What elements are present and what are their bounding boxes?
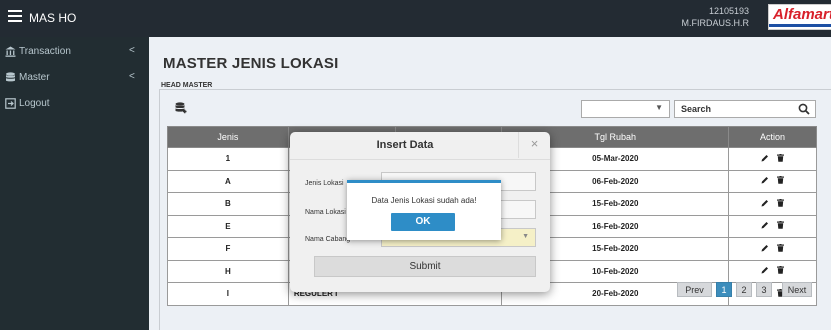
column-header-jenis: Jenis [167, 126, 289, 148]
delete-icon[interactable] [777, 198, 785, 207]
cell-action [728, 192, 817, 216]
sidebar-item-label: Logout [19, 98, 50, 109]
pagination-next[interactable]: Next [782, 282, 812, 297]
close-icon[interactable]: × [518, 132, 550, 158]
alert-dialog: Data Jenis Lokasi sudah ada! OK [347, 180, 501, 240]
field-label-jenis-lokasi: Jenis Lokasi [305, 180, 344, 187]
search-icon[interactable] [798, 103, 810, 115]
edit-icon[interactable] [761, 176, 769, 184]
add-database-icon[interactable] [175, 102, 187, 116]
cell-action [728, 259, 817, 283]
hamburger-menu-icon[interactable] [8, 10, 22, 22]
ok-button[interactable]: OK [391, 213, 455, 231]
pagination-prev[interactable]: Prev [677, 282, 712, 297]
delete-icon[interactable] [777, 153, 785, 162]
edit-icon[interactable] [761, 199, 769, 207]
edit-icon[interactable] [761, 221, 769, 229]
cell-action [728, 169, 817, 193]
pagination-page-3[interactable]: 3 [756, 282, 772, 297]
column-header-action: Action [728, 126, 817, 148]
delete-icon[interactable] [777, 176, 785, 185]
cell-action [728, 214, 817, 238]
sidebar-item-label: Transaction [19, 46, 71, 57]
sidebar: Transaction < Master < Logout [0, 37, 149, 330]
database-icon [6, 72, 15, 82]
cell-action [728, 237, 817, 261]
sidebar-item-master[interactable]: Master < [0, 69, 149, 91]
user-id: 12105193 [708, 6, 749, 16]
edit-icon[interactable] [761, 154, 769, 162]
user-name: M.FIRDAUS.H.R [681, 18, 750, 28]
field-label-nama-lokasi: Nama Lokasi [305, 209, 346, 216]
field-label-nama-cabang: Nama Cabang [305, 236, 351, 243]
edit-icon[interactable] [761, 266, 769, 274]
pagination-page-2[interactable]: 2 [736, 282, 752, 297]
cell-jenis: E [167, 214, 289, 238]
delete-icon[interactable] [777, 243, 785, 252]
sidebar-item-transaction[interactable]: Transaction < [0, 43, 149, 65]
top-navbar: MAS HO 12105193 M.FIRDAUS.H.R Alfamart [0, 0, 831, 37]
cell-action [728, 147, 817, 171]
alert-message: Data Jenis Lokasi sudah ada! [371, 196, 477, 205]
app-name[interactable]: MAS HO [29, 11, 76, 25]
pagination-page-1[interactable]: 1 [716, 282, 732, 297]
dropdown-caret-icon: ▼ [655, 103, 663, 112]
alfamart-logo: Alfamart [768, 4, 831, 30]
chevron-left-icon: < [129, 71, 135, 82]
cell-jenis: H [167, 259, 289, 283]
sidebar-item-logout[interactable]: Logout [0, 95, 149, 117]
page-title: MASTER JENIS LOKASI [163, 55, 339, 72]
modal-divider [290, 159, 550, 160]
cell-jenis: F [167, 237, 289, 261]
chevron-left-icon: < [129, 45, 135, 56]
dropdown-caret-icon: ▼ [522, 233, 529, 240]
search-field[interactable] [674, 100, 816, 118]
cell-jenis: B [167, 192, 289, 216]
cell-jenis: A [167, 169, 289, 193]
modal-title: Insert Data [376, 139, 434, 151]
cell-jenis: I [167, 282, 289, 306]
delete-icon[interactable] [777, 266, 785, 275]
cell-jenis: 1 [167, 147, 289, 171]
panel-legend: HEAD MASTER [158, 82, 216, 89]
submit-button[interactable]: Submit [314, 256, 536, 277]
search-input[interactable] [681, 104, 791, 114]
delete-icon[interactable] [777, 221, 785, 230]
logout-icon [5, 98, 16, 109]
bank-icon [5, 46, 16, 57]
filter-select[interactable]: ▼ [581, 100, 670, 118]
sidebar-item-label: Master [19, 72, 50, 83]
edit-icon[interactable] [761, 244, 769, 252]
